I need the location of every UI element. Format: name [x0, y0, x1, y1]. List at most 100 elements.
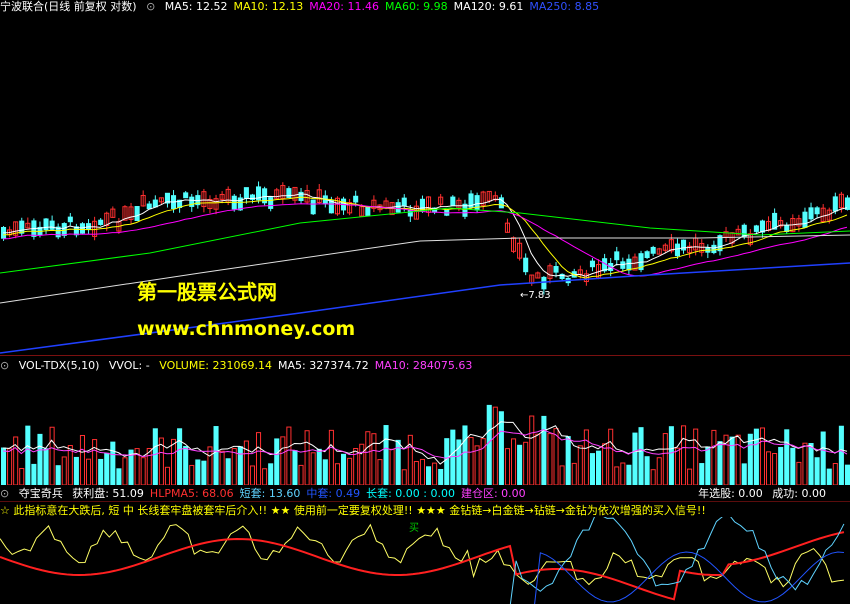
- candle-body: [589, 260, 596, 268]
- volume-bar: [772, 453, 778, 485]
- volume-bar: [814, 457, 820, 485]
- volume-bar: [177, 428, 183, 485]
- volume-chart[interactable]: [0, 372, 850, 485]
- volume-bar: [735, 434, 741, 485]
- volume-bar: [571, 462, 577, 485]
- volume-bar: [778, 446, 784, 485]
- volume-bar: [681, 425, 687, 485]
- volume-bar: [140, 457, 146, 485]
- volume-bar: [183, 446, 189, 485]
- volume-bar: [832, 462, 838, 485]
- ma-value-1: MA10: 12.13: [233, 0, 304, 13]
- ma-value-5: MA250: 8.85: [529, 0, 600, 13]
- ma-value-0: MA5: 12.52: [164, 0, 228, 13]
- volume-bar: [292, 450, 298, 485]
- volume-bar: [632, 432, 638, 485]
- volume-bar: [347, 457, 353, 485]
- volume-bar: [711, 429, 717, 485]
- volume-bar: [492, 406, 498, 485]
- candle-body: [523, 257, 529, 273]
- volume-bar: [31, 463, 37, 485]
- candle-body: [753, 225, 759, 232]
- settings-icon[interactable]: ⊙: [0, 359, 9, 372]
- volume-bar: [152, 428, 158, 485]
- indicator-chart[interactable]: [0, 517, 850, 604]
- volume-bar: [359, 443, 365, 485]
- candle-body: [644, 251, 650, 259]
- volume-bar: [122, 457, 128, 485]
- candle-body: [268, 197, 274, 209]
- candle-body: [450, 196, 456, 206]
- volume-bar: [541, 415, 547, 485]
- volume-bar: [535, 433, 541, 485]
- volume-bar: [37, 433, 43, 485]
- volume-bar: [274, 438, 280, 485]
- candle-body: [553, 266, 559, 273]
- volume-bar: [766, 451, 772, 485]
- short-trap-line: [509, 517, 845, 604]
- volume-bar: [86, 458, 92, 485]
- volume-bar: [298, 464, 304, 485]
- candle-body: [832, 196, 838, 212]
- volume-bar: [377, 459, 383, 485]
- watermark-url: www.chnmoney.com: [137, 318, 356, 340]
- volume-bar: [13, 436, 19, 485]
- candle-body: [79, 223, 86, 234]
- volume-bar: [231, 448, 237, 485]
- candle-body: [802, 211, 808, 228]
- volume-bar: [450, 429, 456, 485]
- volume-bar: [674, 447, 681, 485]
- candle-body: [401, 197, 407, 207]
- volume-bar: [844, 464, 850, 485]
- volume-bar: [395, 439, 401, 485]
- volume-bar: [802, 442, 808, 485]
- volume-bar: [820, 431, 826, 485]
- price-chart[interactable]: [0, 13, 850, 355]
- ma-value-3: MA60: 9.98: [384, 0, 448, 13]
- volume-bar: [310, 452, 316, 485]
- volume-bar: [753, 428, 759, 485]
- settings-icon[interactable]: ⊙: [146, 0, 155, 13]
- price-header: 宁波联合(日线 前复权 对数) ⊙ MA5: 12.52 MA10: 12.13 M…: [0, 0, 611, 13]
- volume-bar: [583, 429, 589, 485]
- volume-bar: [838, 425, 844, 485]
- volume-bar: [286, 426, 292, 485]
- indicator-right: 年选股: 0.00 成功: 0.00: [698, 487, 832, 500]
- ma250-line: [0, 262, 850, 354]
- volume-bar: [705, 446, 711, 485]
- volume-bar: [383, 425, 389, 485]
- success-count: 成功: 0.00: [772, 487, 826, 500]
- volume-bar: [717, 441, 723, 485]
- indicator-header: ⊙ 夺宝奇兵 获利盘: 51.09 HLPMA5: 68.06 短套: 13.60 中…: [0, 487, 538, 500]
- volume-bar: [784, 429, 790, 485]
- volume-bar: [407, 434, 413, 485]
- indicator-value-4: 长套: 0.00 : 0.00: [366, 487, 455, 500]
- volume-bar: [662, 433, 668, 485]
- watermark-title: 第一股票公式网: [137, 280, 277, 304]
- volume-bar: [432, 462, 438, 485]
- volume-bar: [92, 439, 98, 485]
- volume-bar: [796, 461, 802, 485]
- volume-bar: [61, 456, 67, 485]
- volume-title: VOL-TDX(5,10): [18, 359, 100, 372]
- volume-value-2: MA10: 284075.63: [374, 359, 473, 372]
- candle-body: [814, 207, 820, 215]
- volume-bar: [401, 469, 407, 485]
- volume-bar: [43, 448, 49, 485]
- chart-title: 宁波联合(日线 前复权 对数): [0, 0, 137, 13]
- candle-body: [650, 246, 656, 254]
- volume-bar: [237, 446, 243, 485]
- volume-bar: [207, 446, 213, 485]
- candle-body: [152, 199, 158, 208]
- volume-bar: [328, 429, 334, 485]
- volume-bar: [808, 443, 814, 485]
- settings-icon[interactable]: ⊙: [0, 487, 9, 500]
- volume-bar: [589, 453, 596, 485]
- volume-bar: [529, 415, 535, 485]
- volume-bar: [73, 456, 79, 485]
- volume-bar: [693, 428, 699, 485]
- volume-bar: [620, 462, 626, 485]
- candle-body: [674, 243, 681, 257]
- volume-bar: [656, 457, 662, 485]
- volume-bar: [104, 452, 110, 485]
